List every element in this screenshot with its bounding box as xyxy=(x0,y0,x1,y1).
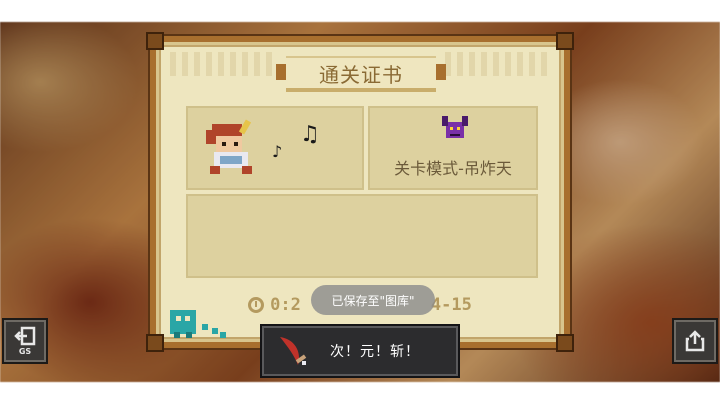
hero-character-icon xyxy=(206,119,252,174)
music-note-icon: ♪ xyxy=(272,142,283,161)
exit-door-icon xyxy=(14,326,36,346)
frame-corner xyxy=(146,334,164,352)
empty-panel xyxy=(186,194,538,278)
ornament-strip xyxy=(445,52,550,76)
saved-toast: 已保存至"图库" xyxy=(311,285,435,315)
clear-time-suffix: 4-15 xyxy=(430,295,472,315)
achievement-label: 次！元！斩！ xyxy=(330,344,420,360)
frame-corner xyxy=(556,32,574,50)
pet-companion-icon xyxy=(170,310,226,338)
achievement-banner: 次！元！斩！ xyxy=(262,326,458,376)
certificate-title-banner: 通关证书 xyxy=(276,56,446,92)
banner-flag xyxy=(436,64,446,80)
crescent-blade-icon xyxy=(280,337,307,365)
music-notes-icon: ♫ xyxy=(300,122,320,147)
frame-corner xyxy=(146,32,164,50)
demon-horns-mode-icon xyxy=(442,116,468,138)
character-panel: ♪ ♫ xyxy=(186,106,364,190)
clock-icon xyxy=(248,297,265,313)
mode-panel: 关卡模式-吊炸天 xyxy=(368,106,538,190)
exit-button-label: GS xyxy=(18,347,32,356)
frame-corner xyxy=(556,334,574,352)
banner-flag xyxy=(276,64,286,80)
certificate-title: 通关证书 xyxy=(319,62,403,87)
share-button[interactable] xyxy=(674,320,716,362)
mode-label: 关卡模式-吊炸天 xyxy=(394,159,512,178)
ornament-strip xyxy=(170,52,275,76)
exit-button[interactable]: GS xyxy=(4,320,46,362)
share-upload-icon xyxy=(685,330,705,352)
clear-time-prefix: 0:2 xyxy=(270,295,301,315)
